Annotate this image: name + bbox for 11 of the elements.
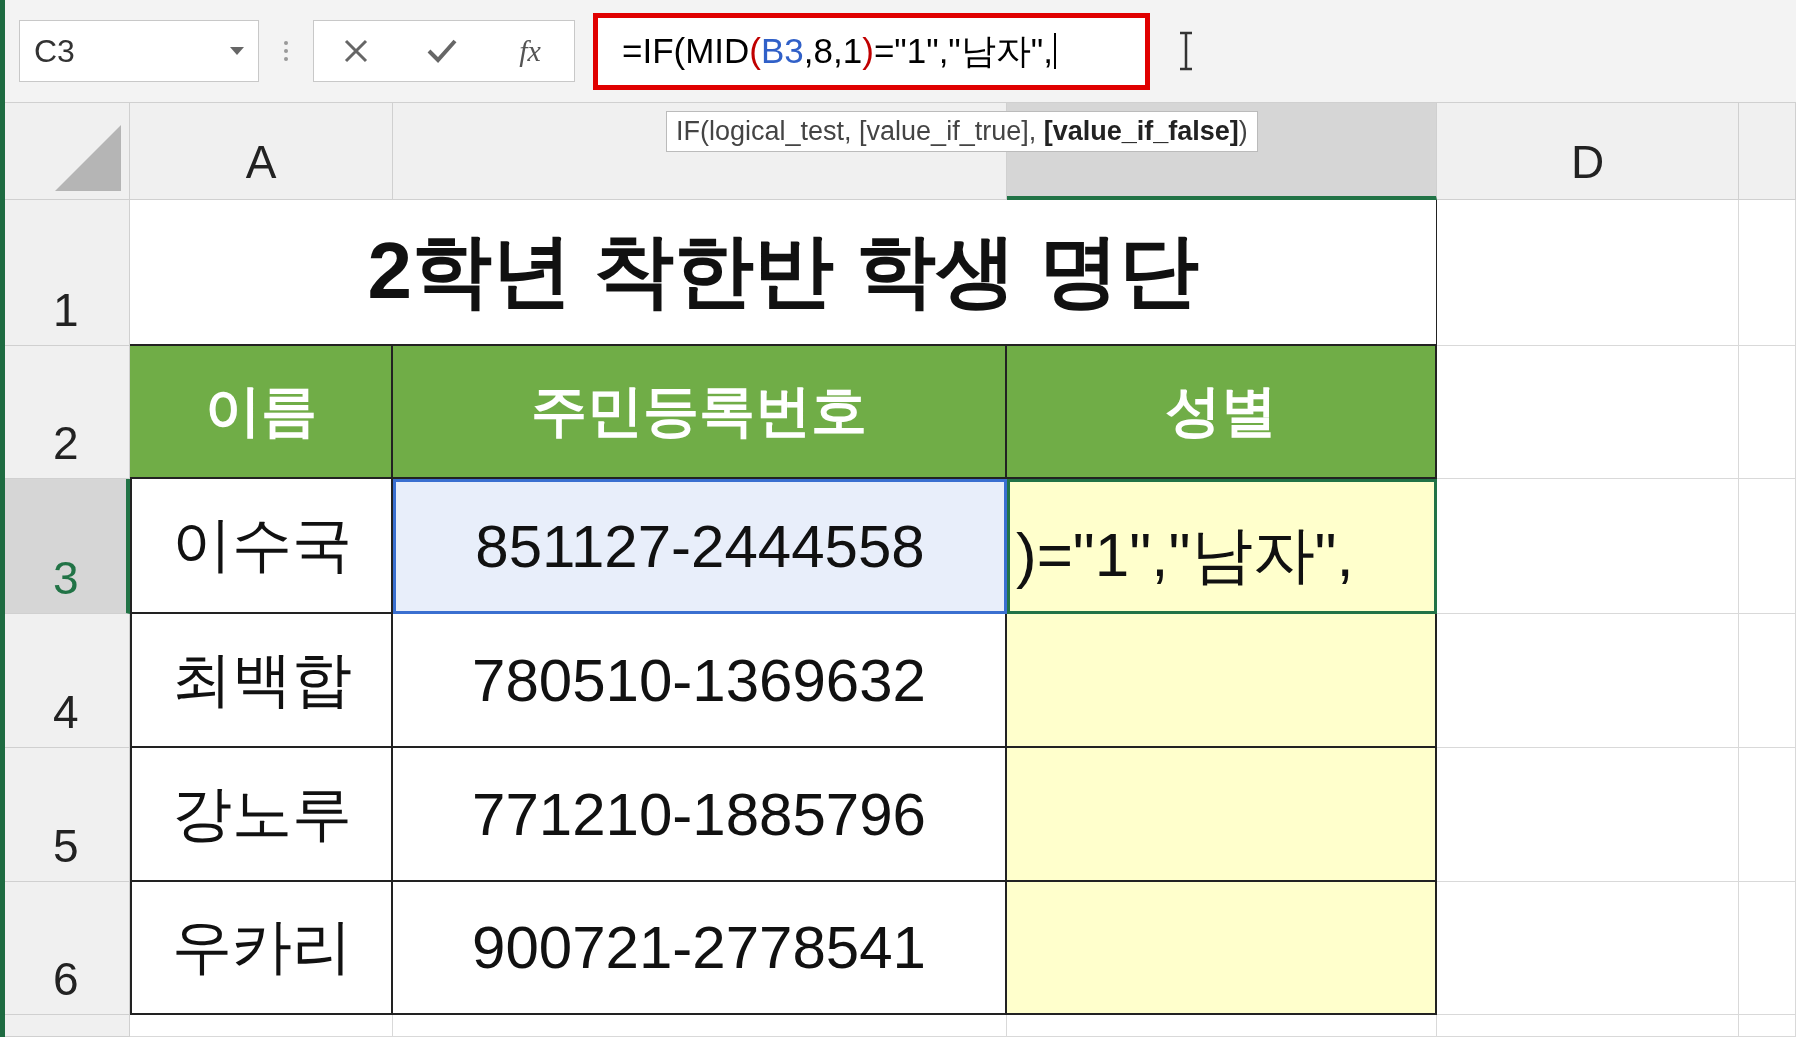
id-number-cell: 851127-2444558 (393, 479, 1007, 614)
name-cell: 강노루 (130, 748, 393, 882)
column-title-cell: 성별 (1007, 346, 1437, 479)
column-title-cell: 이름 (130, 346, 393, 479)
name-cell: 우카리 (130, 882, 393, 1015)
column-title-cell: 주민등록번호 (393, 346, 1007, 479)
formula-text: =IF(MID(B3,8,1)="1","남자", (622, 29, 1053, 72)
cell-text-line: )="1","남자", (1016, 520, 1354, 590)
name-cell: 최백합 (130, 614, 393, 748)
function-tooltip: IF(logical_test, [value_if_true], [value_if_false]) (666, 111, 1258, 152)
cell-reference: C3 (34, 32, 75, 70)
